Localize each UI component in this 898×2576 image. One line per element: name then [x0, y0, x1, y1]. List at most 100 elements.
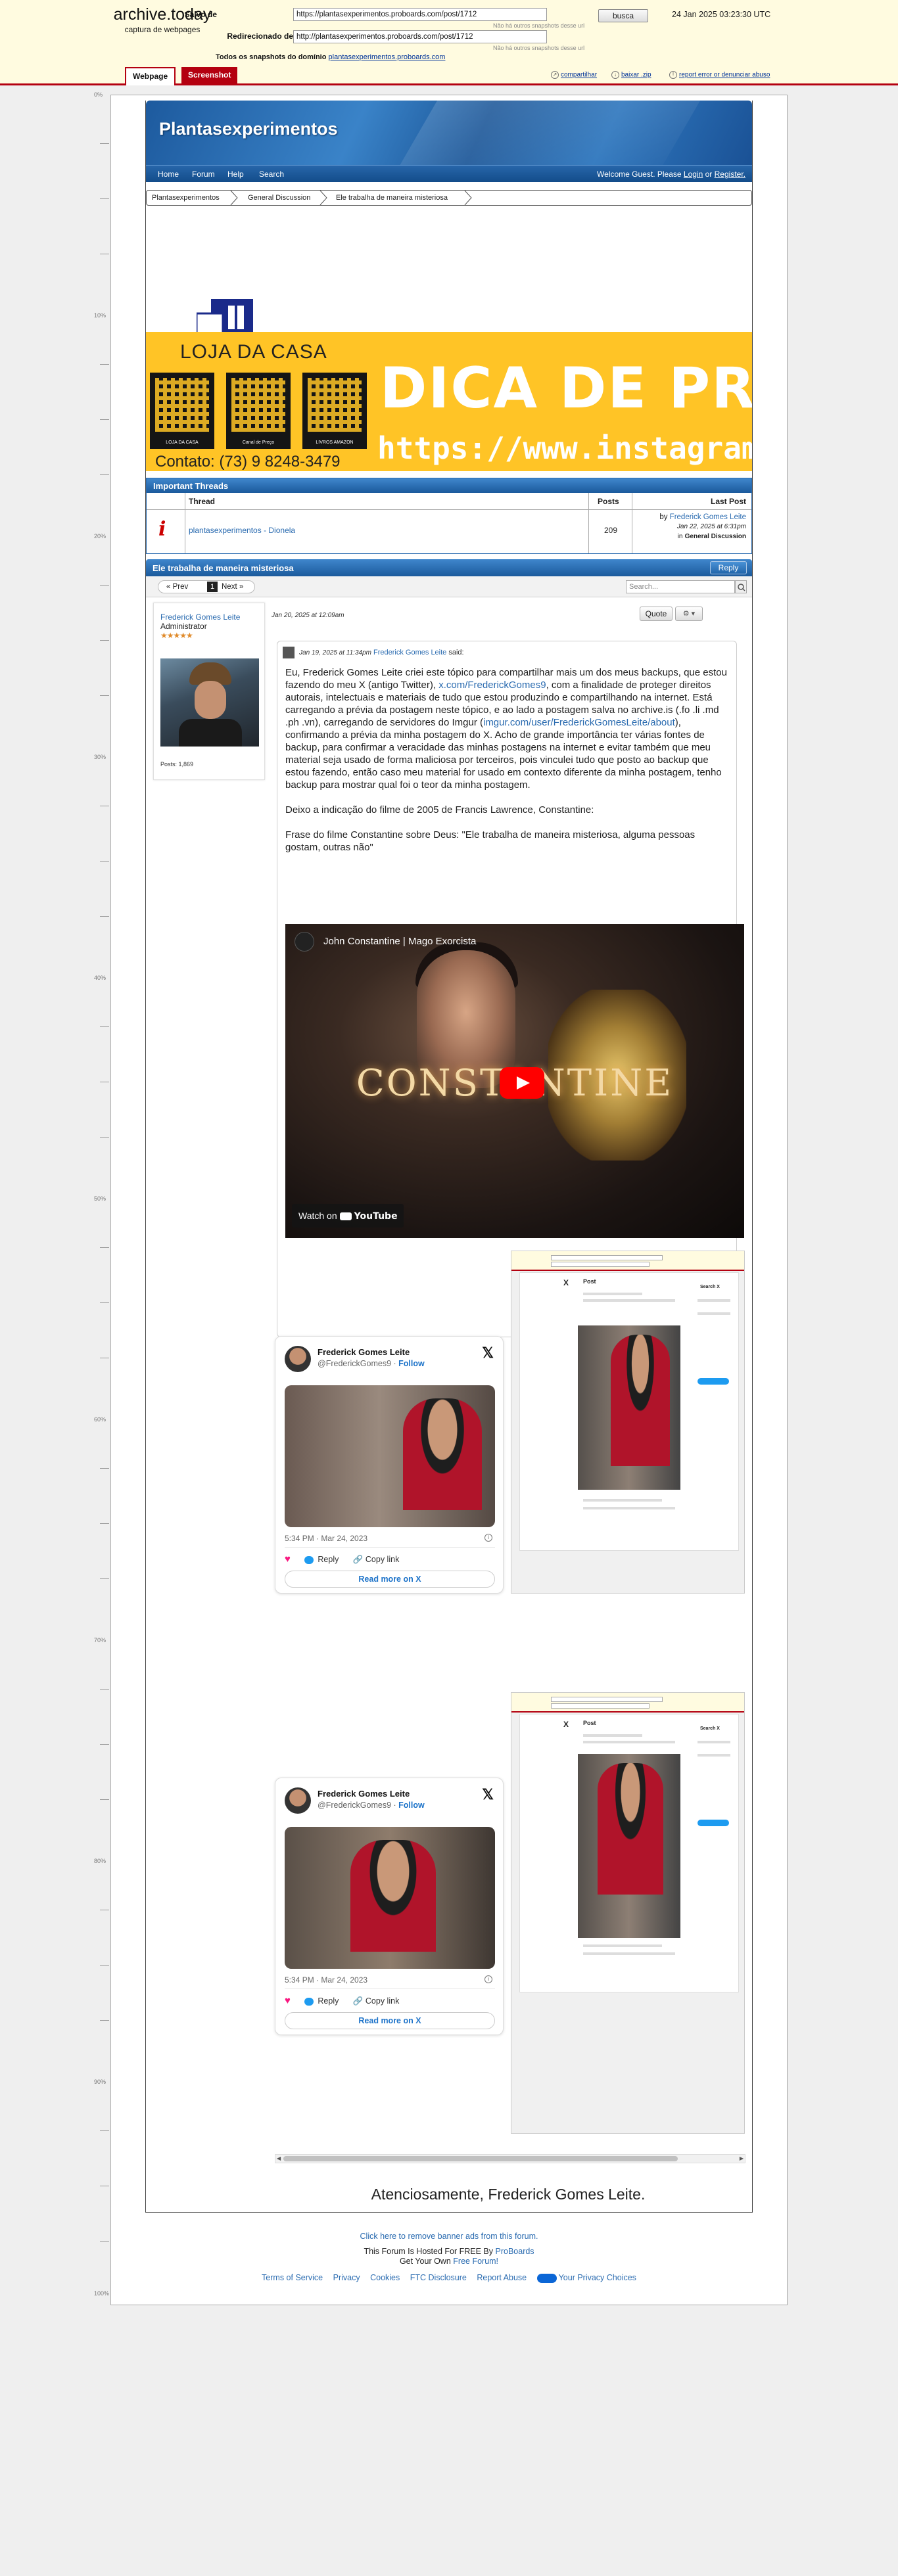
avatar[interactable] — [285, 1346, 311, 1372]
search-icon[interactable] — [735, 580, 747, 593]
login-link[interactable]: Login — [684, 170, 703, 179]
post-author-name[interactable]: Frederick Gomes Leite — [160, 612, 240, 622]
hosted-by: This Forum Is Hosted For FREE By ProBoar… — [364, 2247, 534, 2256]
nav-home[interactable]: Home — [158, 170, 179, 179]
tweet-reply-button[interactable]: Reply — [304, 1996, 339, 2006]
x-profile-link[interactable]: x.com/FrederickGomes9 — [438, 679, 546, 691]
ad-store-name: LOJA DA CASA — [180, 341, 327, 363]
forum-header: Plantasexperimentos — [146, 101, 752, 165]
info-icon[interactable]: i — [484, 1975, 492, 1983]
domain-snapshots-link[interactable]: plantasexperimentos.proboards.com — [329, 53, 446, 61]
avatar[interactable] — [285, 1787, 311, 1814]
tab-webpage[interactable]: Webpage — [125, 67, 176, 85]
follow-button[interactable]: Follow — [398, 1359, 425, 1368]
forum-title[interactable]: Plantasexperimentos — [159, 119, 338, 139]
col-thread: Thread — [189, 497, 216, 506]
heart-icon[interactable]: ♥ — [285, 1995, 291, 2006]
quote-author[interactable]: Frederick Gomes Leite — [373, 649, 446, 656]
important-threads: Important Threads Thread Posts Last Post… — [146, 478, 752, 554]
free-forum-link[interactable]: Free Forum! — [453, 2257, 498, 2266]
scroll-left-icon[interactable]: ◀ — [277, 2155, 281, 2161]
tweet-reply-button[interactable]: Reply — [304, 1555, 339, 1564]
channel-avatar-icon[interactable] — [295, 932, 314, 952]
post-date[interactable]: Jan 20, 2025 at 12:09am — [272, 612, 344, 619]
last-post-board[interactable]: General Discussion — [685, 533, 746, 540]
heart-icon[interactable]: ♥ — [285, 1553, 291, 1565]
horizontal-scrollbar[interactable]: ◀ ▶ — [275, 2154, 745, 2163]
ftc-disclosure-link[interactable]: FTC Disclosure — [410, 2273, 467, 2282]
tweet-date[interactable]: 5:34 PM · Mar 24, 2023 — [285, 1534, 367, 1543]
play-icon[interactable] — [500, 1067, 544, 1099]
info-icon[interactable]: i — [484, 1534, 492, 1542]
breadcrumb-home[interactable]: Plantasexperimentos — [152, 194, 220, 202]
follow-button[interactable]: Follow — [398, 1801, 425, 1810]
search-button[interactable]: busca — [598, 9, 648, 22]
x-logo-icon[interactable]: 𝕏 — [482, 1345, 494, 1362]
tab-screenshot[interactable]: Screenshot — [181, 67, 238, 84]
last-post-info: by Frederick Gomes Leite Jan 22, 2025 at… — [659, 513, 746, 541]
important-thread-link[interactable]: plantasexperimentos - Dionela — [189, 526, 295, 535]
post-options-gear-icon[interactable]: ⚙ ▾ — [675, 607, 703, 621]
share-label: compartilhar — [561, 71, 598, 79]
imgur-profile-link[interactable]: imgur.com/user/FrederickGomesLeite/about — [483, 717, 675, 728]
breadcrumb-board[interactable]: General Discussion — [248, 194, 310, 202]
post-author-panel: Frederick Gomes Leite Administrator ★★★★… — [153, 603, 265, 780]
reply-button[interactable]: Reply — [710, 561, 747, 574]
video-title[interactable]: John Constantine | Mago Exorcista — [323, 936, 476, 947]
download-action[interactable]: ↓ baixar .zip — [611, 71, 651, 79]
prev-page-button[interactable]: « Prev — [166, 581, 188, 593]
current-page[interactable]: 1 — [207, 582, 218, 592]
archived-screenshot[interactable]: X Post Search X — [511, 1692, 745, 2134]
tweet-embed[interactable]: Frederick Gomes Leite @FrederickGomes9 ·… — [275, 1336, 504, 1594]
tweet-handle: @FrederickGomes9 · Follow — [318, 1359, 425, 1368]
read-more-button[interactable]: Read more on X — [285, 2012, 495, 2029]
youtube-label: YouTube — [354, 1211, 398, 1222]
quote-date[interactable]: Jan 19, 2025 at 11:34pm — [299, 649, 371, 656]
remove-ads-link[interactable]: Click here to remove banner ads from thi… — [0, 2232, 898, 2242]
nav-help[interactable]: Help — [227, 170, 244, 179]
register-link[interactable]: Register. — [715, 170, 745, 179]
nav-forum[interactable]: Forum — [192, 170, 215, 179]
scrollbar-thumb[interactable] — [283, 2156, 678, 2161]
privacy-link[interactable]: Privacy — [333, 2273, 360, 2282]
nav-search[interactable]: Search — [259, 170, 284, 179]
redirect-url-hint: Não há outros snapshots desse url — [493, 45, 585, 51]
redirect-url-input[interactable]: http://plantasexperimentos.proboards.com… — [293, 30, 547, 43]
qr-code-icon: Canal de Preço — [226, 373, 291, 449]
read-more-button[interactable]: Read more on X — [285, 1571, 495, 1588]
tweet-embed[interactable]: Frederick Gomes Leite @FrederickGomes9 ·… — [275, 1778, 504, 2035]
ruler-label: 40% — [94, 975, 106, 981]
avatar[interactable] — [160, 658, 259, 747]
copy-link-button[interactable]: Copy link — [366, 1996, 399, 2006]
screenshot-x-logo: X — [563, 1720, 569, 1729]
scroll-right-icon[interactable]: ▶ — [740, 2155, 744, 2161]
youtube-embed[interactable]: CONSTANTINE John Constantine | Mago Exor… — [285, 924, 744, 1238]
report-icon: ! — [669, 71, 677, 79]
report-action[interactable]: ! report error or denunciar abuso — [669, 71, 770, 79]
ruler-label: 0% — [94, 91, 103, 98]
thread-search-input[interactable]: Search... — [626, 580, 735, 593]
share-icon: ↗ — [551, 71, 559, 79]
report-abuse-link[interactable]: Report Abuse — [477, 2273, 527, 2282]
tweet-image[interactable] — [285, 1827, 495, 1969]
tweet-author-name[interactable]: Frederick Gomes Leite — [318, 1789, 410, 1799]
terms-link[interactable]: Terms of Service — [262, 2273, 323, 2282]
last-post-author[interactable]: Frederick Gomes Leite — [670, 513, 746, 521]
watch-on-youtube-button[interactable]: Watch on YouTube — [292, 1204, 404, 1228]
banner-ad[interactable]: LOJA DA CASA LOJA DA CASA Canal de Preço… — [146, 332, 752, 471]
saved-url-input[interactable]: https://plantasexperimentos.proboards.co… — [293, 8, 547, 21]
proboards-link[interactable]: ProBoards — [496, 2247, 534, 2256]
copy-link-button[interactable]: Copy link — [366, 1555, 399, 1564]
share-action[interactable]: ↗ compartilhar — [551, 71, 597, 79]
tweet-date[interactable]: 5:34 PM · Mar 24, 2023 — [285, 1975, 367, 1985]
x-logo-icon[interactable]: 𝕏 — [482, 1786, 494, 1803]
breadcrumb-thread[interactable]: Ele trabalha de maneira misteriosa — [336, 194, 448, 202]
tweet-image[interactable] — [285, 1385, 495, 1527]
tweet-author-name[interactable]: Frederick Gomes Leite — [318, 1347, 410, 1357]
quote-button[interactable]: Quote — [640, 607, 673, 621]
privacy-choices-link[interactable]: Your Privacy Choices — [536, 2273, 636, 2283]
cookies-link[interactable]: Cookies — [370, 2273, 400, 2282]
qr-caption: LOJA DA CASA — [166, 440, 199, 445]
archived-screenshot[interactable]: X Post Search X — [511, 1251, 745, 1594]
next-page-button[interactable]: Next » — [222, 581, 243, 593]
